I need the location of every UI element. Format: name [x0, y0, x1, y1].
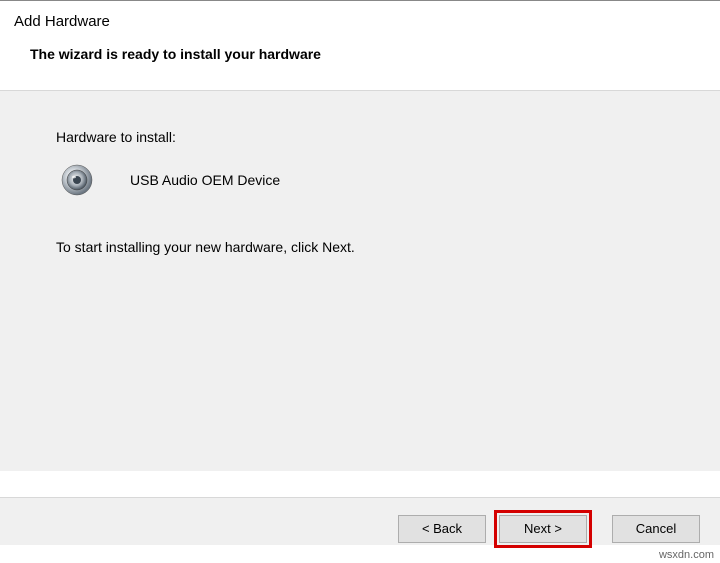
back-button[interactable]: < Back: [398, 515, 486, 543]
wizard-footer: < Back Next > Cancel: [0, 497, 720, 545]
cancel-button[interactable]: Cancel: [612, 515, 700, 543]
device-name: USB Audio OEM Device: [130, 172, 280, 188]
hardware-install-label: Hardware to install:: [56, 129, 720, 145]
instruction-text: To start installing your new hardware, c…: [56, 239, 720, 255]
wizard-content: Hardware to install:: [0, 91, 720, 471]
watermark: wsxdn.com: [659, 549, 714, 561]
wizard-subtitle: The wizard is ready to install your hard…: [0, 46, 720, 62]
next-button-highlight: Next >: [494, 510, 592, 548]
device-row: USB Audio OEM Device: [56, 163, 720, 197]
window-title: Add Hardware: [0, 11, 720, 46]
wizard-header: Add Hardware The wizard is ready to inst…: [0, 1, 720, 90]
next-button[interactable]: Next >: [499, 515, 587, 543]
speaker-icon: [60, 163, 94, 197]
